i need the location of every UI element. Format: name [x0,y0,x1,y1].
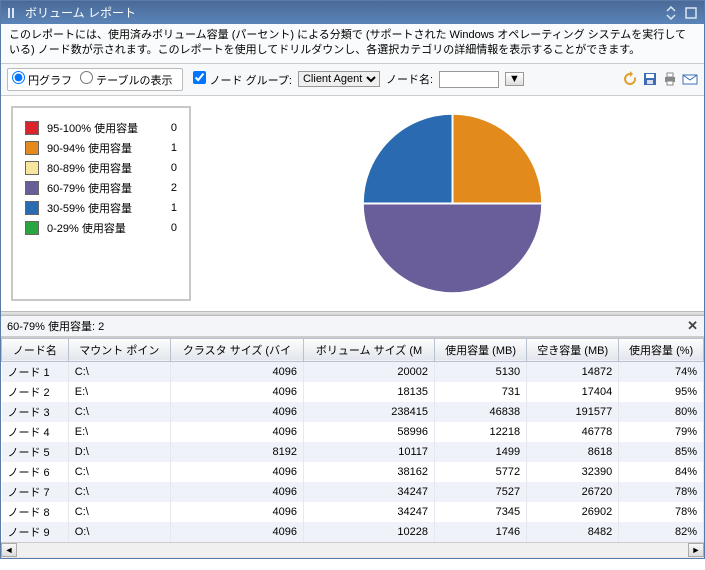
legend-swatch [25,141,39,155]
titlebar: ボリューム レポート [1,1,704,24]
table-row[interactable]: ノード 7C:\40963424775272672078% [2,482,704,502]
pie-slice[interactable] [453,114,543,204]
legend-label: 30-59% 使用容量 [47,200,157,216]
toolbar: 円グラフ テーブルの表示 ノード グループ: Client Agent ノード名… [1,64,704,96]
window-title: ボリューム レポート [25,4,136,21]
column-header[interactable]: 使用容量 (MB) [435,338,527,361]
column-header[interactable]: クラスタ サイズ (バイ [170,338,303,361]
detail-header-row: 60-79% 使用容量: 2 ✕ [1,316,704,337]
legend-count: 2 [165,182,177,194]
column-header[interactable]: 使用容量 (%) [619,338,704,361]
legend-item[interactable]: 60-79% 使用容量 2 [25,180,177,196]
legend-item[interactable]: 0-29% 使用容量 0 [25,220,177,236]
legend-item[interactable]: 90-94% 使用容量 1 [25,140,177,156]
radio-pie-chart[interactable]: 円グラフ [12,71,72,88]
detail-table-wrap[interactable]: ノード名マウント ポインクラスタ サイズ (バイボリューム サイズ (M使用容量… [1,337,704,542]
table-row[interactable]: ノード 6C:\40963816257723239084% [2,462,704,482]
detail-header-text: 60-79% 使用容量: 2 [7,318,104,334]
legend-count: 0 [165,162,177,174]
close-detail-icon[interactable]: ✕ [687,318,698,334]
scroll-left-icon[interactable]: ◄ [1,543,17,557]
column-header[interactable]: マウント ポイン [68,338,170,361]
table-row[interactable]: ノード 1C:\40962000251301487274% [2,361,704,382]
legend-label: 60-79% 使用容量 [47,180,157,196]
legend-label: 80-89% 使用容量 [47,160,157,176]
legend-count: 1 [165,142,177,154]
legend-swatch [25,201,39,215]
table-row[interactable]: ノード 5D:\8192101171499861885% [2,442,704,462]
chart-area: 95-100% 使用容量 0 90-94% 使用容量 1 80-89% 使用容量 0 60-… [1,96,704,311]
legend-label: 0-29% 使用容量 [47,220,157,236]
save-icon[interactable] [642,71,658,87]
horizontal-scrollbar[interactable]: ◄ ► [1,542,704,558]
grip-icon [7,6,21,20]
radio-table-view[interactable]: テーブルの表示 [80,71,172,88]
node-name-label: ノード名: [386,71,433,87]
legend-label: 90-94% 使用容量 [47,140,157,156]
legend-count: 1 [165,202,177,214]
table-row[interactable]: ノード 3C:\40962384154683819157780% [2,402,704,422]
node-name-input[interactable] [439,71,499,88]
table-row[interactable]: ノード 4E:\409658996122184677879% [2,422,704,442]
report-window: ボリューム レポート このレポートには、使用済みボリューム容量 (パーセント) … [0,0,705,559]
column-header[interactable]: 空き容量 (MB) [527,338,619,361]
pie-slice[interactable] [363,114,453,204]
checkbox-node-group[interactable]: ノード グループ: [193,71,292,88]
legend-swatch [25,121,39,135]
legend-item[interactable]: 80-89% 使用容量 0 [25,160,177,176]
legend-swatch [25,161,39,175]
legend: 95-100% 使用容量 0 90-94% 使用容量 1 80-89% 使用容量 0 60-… [11,106,191,301]
legend-count: 0 [165,222,177,234]
detail-table: ノード名マウント ポインクラスタ サイズ (バイボリューム サイズ (M使用容量… [1,338,704,542]
refresh-icon[interactable] [622,71,638,87]
maximize-icon[interactable] [684,6,698,20]
table-row[interactable]: ノード 2E:\4096181357311740495% [2,382,704,402]
node-group-select[interactable]: Client Agent [298,71,380,87]
email-icon[interactable] [682,71,698,87]
table-row[interactable]: ノード 8C:\40963424773452690278% [2,502,704,522]
table-row[interactable]: ノード 9O:\4096102281746848282% [2,522,704,542]
pie-slice[interactable] [363,203,542,293]
legend-swatch [25,221,39,235]
print-icon[interactable] [662,71,678,87]
scroll-right-icon[interactable]: ► [688,543,704,557]
collapse-icon[interactable] [664,6,678,20]
legend-label: 95-100% 使用容量 [47,120,157,136]
report-description: このレポートには、使用済みボリューム容量 (パーセント) による分類で (サポー… [1,24,704,64]
legend-swatch [25,181,39,195]
dropdown-icon[interactable]: ▼ [505,72,524,86]
legend-item[interactable]: 30-59% 使用容量 1 [25,200,177,216]
legend-item[interactable]: 95-100% 使用容量 0 [25,120,177,136]
column-header[interactable]: ボリューム サイズ (M [304,338,435,361]
pie-chart[interactable] [355,106,550,301]
column-header[interactable]: ノード名 [2,338,69,361]
legend-count: 0 [165,122,177,134]
